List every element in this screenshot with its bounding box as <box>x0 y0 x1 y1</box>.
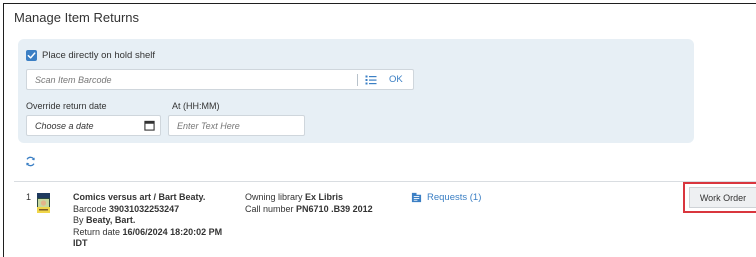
call-number-value: PN6710 .B39 2012 <box>296 203 373 214</box>
author-value: Beaty, Bart. <box>86 215 136 225</box>
owning-library-line: Owning library Ex Libris <box>245 192 373 204</box>
barcode-value: 39031032253247 <box>109 203 180 214</box>
work-order-button[interactable]: Work Order <box>689 187 756 208</box>
author-label: By <box>73 215 84 225</box>
row-divider <box>14 181 756 182</box>
list-icon[interactable] <box>365 74 377 86</box>
barcode-field[interactable]: Scan Item Barcode OK <box>26 69 414 90</box>
refresh-icon[interactable] <box>25 156 36 167</box>
date-input[interactable]: Choose a date <box>35 121 94 131</box>
barcode-input[interactable]: Scan Item Barcode <box>35 75 112 85</box>
time-field[interactable]: Enter Text Here <box>168 115 305 136</box>
book-cover-thumbnail <box>37 193 50 213</box>
return-date-label: Return date <box>73 226 121 237</box>
timezone-value: IDT <box>73 238 88 248</box>
timezone-line: IDT <box>73 238 222 250</box>
hold-shelf-option[interactable]: Place directly on hold shelf <box>26 48 155 62</box>
owning-library-label: Owning library <box>245 192 303 202</box>
time-input[interactable]: Enter Text Here <box>177 121 240 131</box>
barcode-label: Barcode <box>73 203 107 214</box>
calendar-icon[interactable] <box>144 120 155 131</box>
ok-button[interactable]: OK <box>389 74 403 85</box>
item-title-link[interactable]: Comics versus art / Bart Beaty. <box>73 192 222 204</box>
item-summary: Comics versus art / Bart Beaty. Barcode … <box>73 192 222 250</box>
time-label: At (HH:MM) <box>172 101 220 111</box>
item-index: 1 <box>26 192 32 202</box>
call-number-label: Call number <box>245 203 294 214</box>
hold-shelf-checkbox[interactable] <box>26 49 37 61</box>
hold-shelf-label: Place directly on hold shelf <box>42 49 156 61</box>
call-number-line: Call number PN6710 .B39 2012 <box>245 204 373 216</box>
requests-link[interactable]: Requests (1) <box>411 192 481 203</box>
return-date-value: 16/06/2024 18:20:02 PM <box>122 226 223 237</box>
page-title: Manage Item Returns <box>14 10 140 25</box>
check-icon <box>27 51 36 59</box>
owning-library-value: Ex Libris <box>305 192 344 202</box>
barcode-divider <box>357 74 358 86</box>
requests-label[interactable]: Requests (1) <box>427 192 481 203</box>
barcode-line: Barcode 39031032253247 <box>73 204 222 216</box>
requests-icon <box>411 192 422 203</box>
return-date-field[interactable]: Choose a date <box>26 115 161 136</box>
override-date-label: Override return date <box>26 101 107 111</box>
author-line: By Beaty, Bart. <box>73 215 222 227</box>
return-date-line: Return date 16/06/2024 18:20:02 PM <box>73 227 222 239</box>
item-location: Owning library Ex Libris Call number PN6… <box>245 192 373 215</box>
